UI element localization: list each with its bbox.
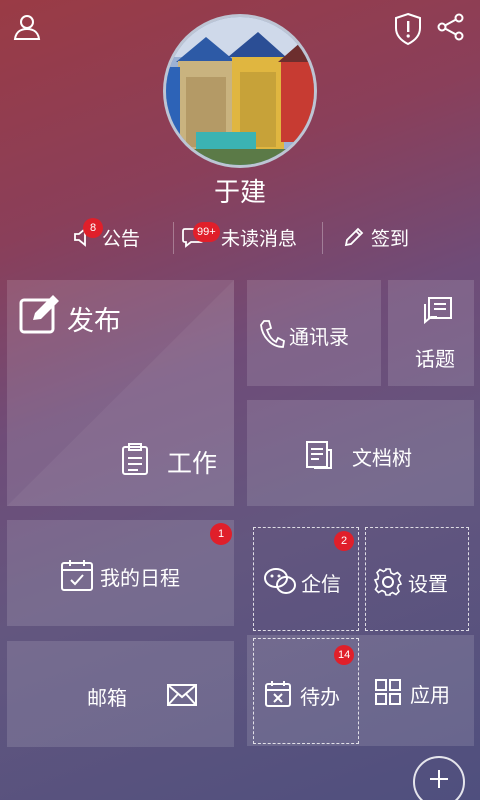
topic-icon <box>424 297 452 325</box>
announcement-button[interactable]: 公告 8 <box>72 218 141 254</box>
todo-tile[interactable]: 待办 14 <box>253 638 359 744</box>
calendar-check-icon <box>61 560 93 591</box>
doc-tree-tile[interactable]: 文档树 <box>247 400 474 506</box>
enterprise-msg-badge: 2 <box>334 531 354 551</box>
add-button[interactable] <box>413 756 465 800</box>
enterprise-msg-tile[interactable]: 企信 2 <box>253 527 359 631</box>
share-icon[interactable] <box>436 12 466 42</box>
settings-label: 设置 <box>408 572 448 596</box>
apps-label: 应用 <box>410 683 450 707</box>
user-icon[interactable] <box>12 12 42 42</box>
doc-tree-label: 文档树 <box>352 446 412 470</box>
pen-icon <box>344 227 364 247</box>
schedule-label: 我的日程 <box>100 566 180 590</box>
phone-icon <box>260 320 285 348</box>
schedule-badge: 1 <box>210 523 232 545</box>
contacts-tile[interactable]: 通讯录 <box>247 280 381 386</box>
avatar[interactable] <box>163 14 317 168</box>
wechat-icon <box>264 568 296 594</box>
document-icon <box>306 441 332 469</box>
contacts-label: 通讯录 <box>289 325 349 349</box>
announcement-badge: 8 <box>83 218 103 238</box>
announcement-label: 公告 <box>102 227 141 250</box>
shield-icon[interactable] <box>393 12 423 46</box>
plus-icon <box>430 770 448 788</box>
divider <box>322 222 323 254</box>
calendar-x-icon <box>265 681 291 707</box>
schedule-tile[interactable]: 我的日程 1 <box>7 520 234 626</box>
todo-label: 待办 <box>300 685 340 709</box>
checkin-label: 签到 <box>371 227 410 250</box>
clipboard-icon <box>122 443 148 475</box>
mail-tile[interactable]: 邮箱 <box>7 641 234 747</box>
action-bar: 公告 8 未读消息 99+ 签到 <box>0 218 480 254</box>
user-name: 于建 <box>213 178 266 208</box>
gear-icon <box>373 568 403 596</box>
work-label: 工作 <box>167 449 218 478</box>
checkin-button[interactable]: 签到 <box>343 220 409 254</box>
publish-label: 发布 <box>67 306 121 337</box>
settings-tile[interactable]: 设置 <box>365 527 469 631</box>
unread-messages-label: 未读消息 <box>221 227 298 250</box>
divider <box>173 222 174 254</box>
mail-label: 邮箱 <box>87 686 127 710</box>
mail-icon <box>167 684 197 706</box>
apps-tile[interactable]: 应用 <box>365 641 469 745</box>
grid-icon <box>375 679 401 705</box>
publish-work-tile[interactable]: 发布 工作 <box>7 280 234 506</box>
topics-label: 话题 <box>415 347 455 371</box>
unread-messages-button[interactable]: 未读消息 99+ <box>181 220 297 254</box>
unread-messages-badge: 99+ <box>193 222 220 242</box>
topics-tile[interactable]: 话题 <box>388 280 474 386</box>
edit-icon <box>19 295 59 334</box>
todo-badge: 14 <box>334 645 355 665</box>
enterprise-msg-label: 企信 <box>301 572 341 596</box>
avatar-image <box>166 17 314 165</box>
